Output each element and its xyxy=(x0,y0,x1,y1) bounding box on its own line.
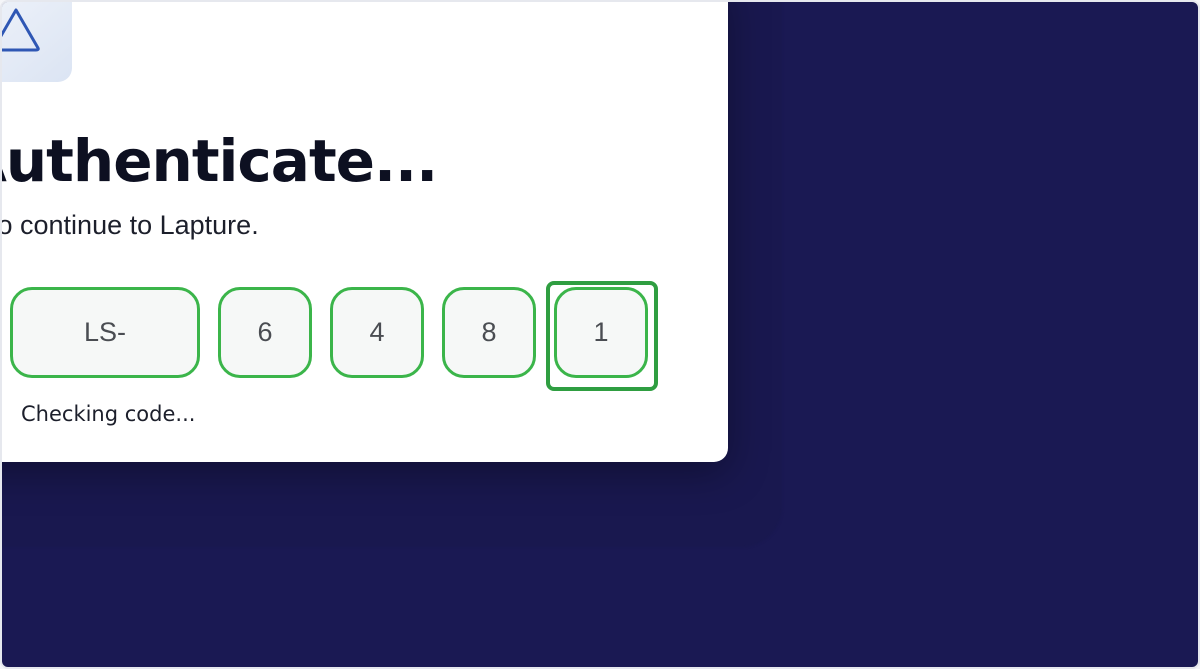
page-title: Authenticate... xyxy=(0,127,438,195)
focus-ring xyxy=(546,281,658,391)
code-prefix-field[interactable]: LS- xyxy=(10,287,200,378)
logo-tile xyxy=(2,2,72,82)
app-window: Authenticate... To continue to Lapture. … xyxy=(0,0,1200,669)
page-subtitle: To continue to Lapture. xyxy=(0,210,259,240)
code-digit-3[interactable]: 8 xyxy=(442,287,536,378)
triangle-logo-icon xyxy=(2,8,40,52)
status-message: Checking code... xyxy=(21,402,196,426)
code-digit-1[interactable]: 6 xyxy=(218,287,312,378)
auth-card: Authenticate... To continue to Lapture. … xyxy=(0,2,728,462)
code-digit-2[interactable]: 4 xyxy=(330,287,424,378)
